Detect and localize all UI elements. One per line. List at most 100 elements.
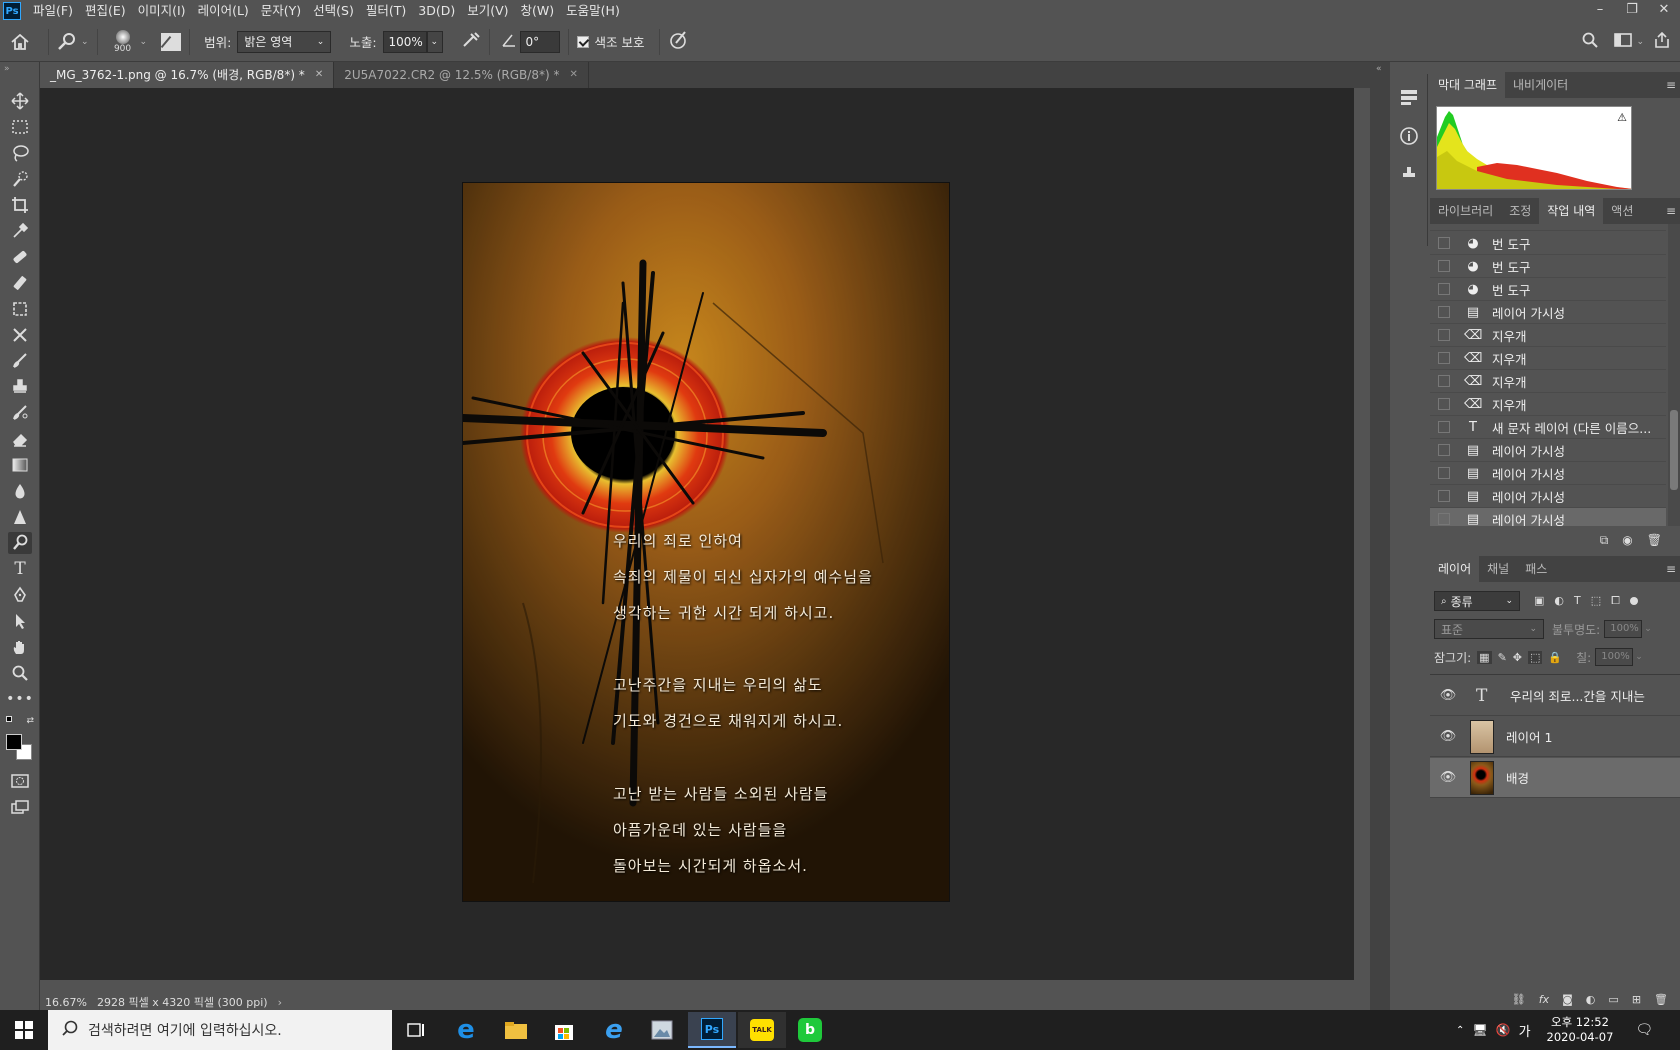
history-scrollbar[interactable] <box>1668 224 1680 526</box>
adjustment-layer-icon[interactable]: ◐ <box>1586 993 1596 1006</box>
scrollbar-thumb[interactable] <box>1670 410 1678 490</box>
exposure-dropdown[interactable]: ⌄ <box>426 30 443 53</box>
path-selection-tool-icon[interactable] <box>8 610 32 632</box>
menu-help[interactable]: 도움말(H) <box>560 0 626 22</box>
history-brush-source-checkbox[interactable] <box>1438 237 1450 249</box>
menu-type[interactable]: 문자(Y) <box>255 0 307 22</box>
lock-position-icon[interactable]: ✥ <box>1513 651 1522 664</box>
close-icon[interactable]: ✕ <box>1648 0 1680 22</box>
history-brush-source-checkbox[interactable] <box>1438 283 1450 295</box>
tab-histogram[interactable]: 막대 그래프 <box>1430 72 1506 98</box>
warning-icon[interactable]: ⚠ <box>1617 111 1627 124</box>
history-item[interactable]: ▤ 레이어 가시성 <box>1430 439 1666 462</box>
history-item[interactable] <box>1430 224 1666 231</box>
info-icon[interactable] <box>1399 126 1419 149</box>
tab-actions[interactable]: 액션 <box>1603 198 1641 224</box>
restore-icon[interactable]: ❐ <box>1616 0 1648 22</box>
zoom-level[interactable]: 16.67% <box>45 996 91 1009</box>
layer-row-text[interactable]: 👁 T 우리의 죄로...간을 지내는 <box>1430 676 1680 716</box>
chevron-right-icon[interactable]: › <box>278 996 282 1009</box>
lock-artboard-icon[interactable]: ⬚ <box>1528 650 1543 664</box>
default-colors-icon[interactable]: ⇄ <box>6 716 34 726</box>
clone-stamp-tool-icon[interactable] <box>8 298 32 320</box>
horizontal-scrollbar[interactable] <box>40 980 1370 994</box>
collapse-toolbar-icon[interactable]: » <box>4 64 10 74</box>
history-item[interactable]: ⌫ 지우개 <box>1430 324 1666 347</box>
panel-menu-icon[interactable]: ≡ <box>1666 198 1676 224</box>
camera-icon[interactable]: ◉ <box>1622 533 1632 547</box>
swap-colors-icon[interactable]: ⇄ <box>26 716 34 726</box>
history-item[interactable]: ▤ 레이어 가시성 <box>1430 462 1666 485</box>
edge-icon[interactable]: e <box>442 1012 490 1048</box>
image-viewer-icon[interactable] <box>638 1012 686 1048</box>
add-mask-icon[interactable]: ◙ <box>1562 993 1573 1006</box>
sharpen-tool-icon[interactable] <box>8 506 32 528</box>
angle-input[interactable]: 0° <box>519 30 560 53</box>
history-item[interactable]: ◕ 번 도구 <box>1430 255 1666 278</box>
airbrush-icon[interactable] <box>461 31 481 52</box>
tab-navigator[interactable]: 내비게이터 <box>1505 72 1576 98</box>
filter-toggle-icon[interactable] <box>1629 597 1638 605</box>
fx-icon[interactable]: fx <box>1539 993 1549 1006</box>
screen-mode-icon[interactable] <box>8 796 32 818</box>
pen-tool-icon[interactable] <box>8 584 32 606</box>
layer-row-layer1[interactable]: 👁 레이어 1 <box>1430 717 1680 757</box>
trash-icon[interactable]: 🗑 <box>1654 993 1668 1006</box>
menu-layer[interactable]: 레이어(L) <box>192 0 255 22</box>
visibility-eye-icon[interactable]: 👁 <box>1438 729 1458 744</box>
tab-libraries[interactable]: 라이브러리 <box>1430 198 1501 224</box>
history-item[interactable]: T 새 문자 레이어 (다른 이름으... <box>1430 416 1666 439</box>
exposure-input[interactable]: 100% <box>382 30 427 53</box>
properties-icon[interactable] <box>1399 88 1419 109</box>
menu-edit[interactable]: 편집(E) <box>79 0 132 22</box>
panel-menu-icon[interactable]: ≡ <box>1666 72 1676 98</box>
panel-menu-icon[interactable]: ≡ <box>1666 556 1676 582</box>
home-icon[interactable] <box>0 33 40 50</box>
history-item[interactable]: ▤ 레이어 가시성 <box>1430 508 1666 526</box>
history-item[interactable]: ⌫ 지우개 <box>1430 393 1666 416</box>
color-swatches[interactable] <box>6 734 34 760</box>
menu-filter[interactable]: 필터(T) <box>360 0 412 22</box>
kakaotalk-icon[interactable]: TALK <box>738 1012 786 1048</box>
pressure-size-icon[interactable] <box>668 30 688 53</box>
quick-mask-icon[interactable] <box>8 770 32 792</box>
file-explorer-icon[interactable] <box>492 1012 540 1048</box>
tab-document-2[interactable]: 2U5A7022.CR2 @ 12.5% (RGB/8*) * ✕ <box>334 62 589 88</box>
chevron-up-icon[interactable]: ⌃ <box>1456 1025 1464 1036</box>
history-item[interactable]: ▤ 레이어 가시성 <box>1430 301 1666 324</box>
lock-all-icon[interactable]: 🔒 <box>1548 651 1562 664</box>
paint-brush-tool-icon[interactable] <box>8 350 32 372</box>
minimize-icon[interactable]: – <box>1584 0 1616 22</box>
history-item[interactable]: ◕ 번 도구 <box>1430 278 1666 301</box>
more-tools-icon[interactable]: ••• <box>6 688 33 710</box>
history-item[interactable]: ◕ 번 도구 <box>1430 232 1666 255</box>
volume-muted-icon[interactable]: 🔇 <box>1496 1023 1511 1037</box>
trash-icon[interactable]: 🗑 <box>1647 533 1662 547</box>
gradient-tool-icon[interactable] <box>8 454 32 476</box>
menu-3d[interactable]: 3D(D) <box>412 0 461 22</box>
history-brush-source-checkbox[interactable] <box>1438 260 1450 272</box>
internet-explorer-icon[interactable]: e <box>590 1012 638 1048</box>
tab-history[interactable]: 작업 내역 <box>1539 198 1604 224</box>
history-brush-source-checkbox[interactable] <box>1438 467 1450 479</box>
menu-file[interactable]: 파일(F) <box>27 0 79 22</box>
history-brush-source-checkbox[interactable] <box>1438 352 1450 364</box>
collapse-dock-icon[interactable]: « <box>1376 64 1390 74</box>
history-brush-source-checkbox[interactable] <box>1438 421 1450 433</box>
store-icon[interactable] <box>540 1012 588 1048</box>
visibility-eye-icon[interactable]: 👁 <box>1438 770 1458 785</box>
filter-smart-object-icon[interactable]: ⧠ <box>1611 594 1620 608</box>
new-document-from-state-icon[interactable]: ⧉ <box>1600 533 1609 548</box>
foreground-color-swatch[interactable] <box>6 734 22 750</box>
fill-input[interactable]: 100% <box>1595 648 1634 666</box>
band-app-icon[interactable]: b <box>786 1012 834 1048</box>
filter-type-icon[interactable]: T <box>1574 594 1581 608</box>
tab-paths[interactable]: 패스 <box>1517 556 1555 582</box>
menu-window[interactable]: 창(W) <box>515 0 561 22</box>
lasso-tool-icon[interactable] <box>8 142 32 164</box>
photoshop-taskbar-icon[interactable]: Ps <box>688 1012 736 1048</box>
history-brush-source-checkbox[interactable] <box>1438 329 1450 341</box>
zoom-tool-icon[interactable] <box>8 662 32 684</box>
blend-mode-select[interactable]: 표준 ⌄ <box>1434 619 1544 639</box>
menu-image[interactable]: 이미지(I) <box>132 0 192 22</box>
